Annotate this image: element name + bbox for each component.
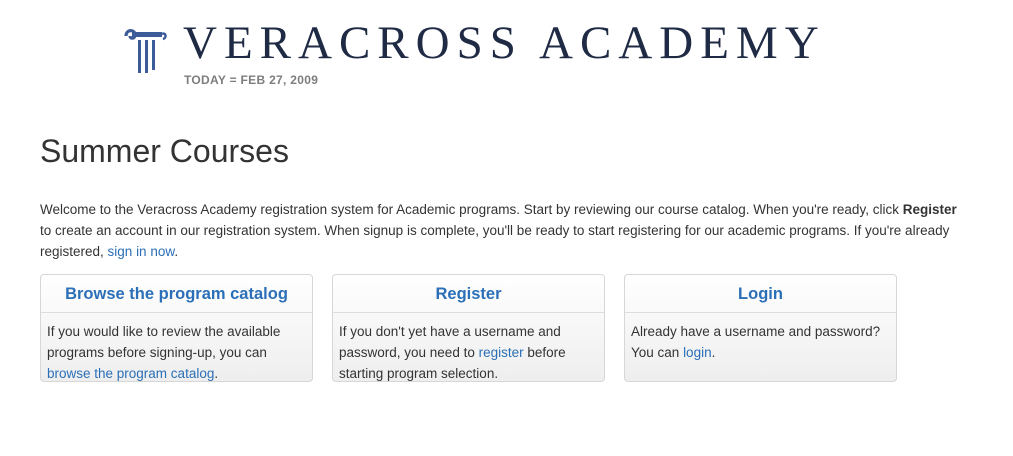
today-date: TODAY = FEB 27, 2009 bbox=[184, 73, 319, 87]
panel-text: Already have a username and password? Yo… bbox=[631, 324, 881, 360]
intro-paragraph: Welcome to the Veracross Academy registr… bbox=[40, 199, 970, 262]
site-header: VERACROSS ACADEMY TODAY = FEB 27, 2009 bbox=[0, 0, 1013, 100]
intro-text-1: Welcome to the Veracross Academy registr… bbox=[40, 202, 903, 217]
panel-title-register[interactable]: Register bbox=[333, 275, 604, 313]
panel-body-login: Already have a username and password? Yo… bbox=[625, 313, 896, 363]
greek-column-icon bbox=[124, 29, 167, 73]
panel-text: If you would like to review the availabl… bbox=[47, 324, 281, 360]
panel-text-end: . bbox=[711, 345, 716, 360]
panel-body-browse-catalog: If you would like to review the availabl… bbox=[41, 313, 312, 381]
sign-in-link[interactable]: sign in now bbox=[108, 244, 175, 259]
panel-title-login[interactable]: Login bbox=[625, 275, 896, 313]
register-link[interactable]: register bbox=[479, 345, 524, 360]
intro-text-3: . bbox=[174, 244, 179, 259]
panel-browse-catalog: Browse the program catalog If you would … bbox=[40, 274, 313, 382]
register-emphasis: Register bbox=[902, 202, 957, 217]
panel-login: Login Already have a username and passwo… bbox=[624, 274, 897, 382]
page-title: Summer Courses bbox=[40, 133, 289, 169]
panel-body-register: If you don't yet have a username and pas… bbox=[333, 313, 604, 381]
panel-text-end: . bbox=[214, 366, 219, 381]
browse-catalog-link[interactable]: browse the program catalog bbox=[47, 366, 214, 381]
login-link[interactable]: login bbox=[683, 345, 712, 360]
panel-register: Register If you don't yet have a usernam… bbox=[332, 274, 605, 382]
brand-name: VERACROSS ACADEMY bbox=[183, 17, 826, 69]
panel-title-browse-catalog[interactable]: Browse the program catalog bbox=[41, 275, 312, 313]
